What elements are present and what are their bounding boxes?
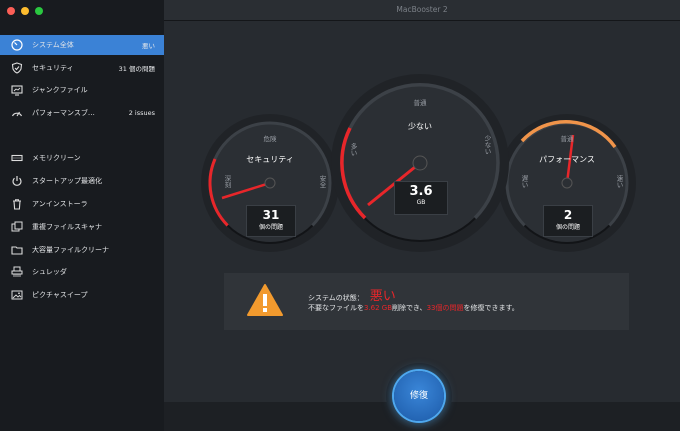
warning-icon (246, 283, 284, 321)
status-state: 悪い (369, 289, 396, 304)
gauge-top-label: 危険 (263, 135, 277, 143)
picture-icon (11, 289, 23, 301)
trash-icon (11, 198, 23, 210)
sidebar-item-security[interactable]: セキュリティ 31 個の問題 (0, 58, 164, 78)
sidebar-item-label: システム全体 (32, 41, 74, 49)
sidebar-item-label: スタートアップ最適化 (32, 177, 102, 185)
gauge-value-box: 31 個の問題 (246, 205, 296, 237)
gauge-value-box: 3.6 GB (394, 181, 448, 215)
gauge-title: パフォーマンス (539, 155, 595, 164)
sidebar-item-label: メモリクリーン (32, 154, 81, 162)
sidebar-item-label: 大容量ファイルクリーナ (32, 246, 109, 254)
gauge-title: 少ない (408, 122, 432, 131)
status-msg-mid: 削除でき、 (392, 304, 427, 312)
gauge-left-label: 多い (349, 143, 357, 156)
large-files-icon (11, 244, 23, 256)
shield-icon (11, 62, 23, 74)
gauge-value: 3.6 (409, 184, 433, 199)
status-msg-post: を修復できます。 (463, 304, 519, 312)
junk-gauge: 普通 少ない 多い 少ない 3.6 GB (330, 73, 510, 253)
sidebar-item-label: アンインストーラ (32, 200, 88, 208)
gauge-right-label: 安全 (318, 175, 326, 188)
status-size: 3.62 GB (364, 304, 393, 312)
gauge-unit: 個の問題 (258, 224, 283, 231)
monitor-icon (11, 84, 23, 96)
sidebar-item-system[interactable]: システム全体 悪い (0, 35, 164, 55)
sidebar-item-badge: 2 issues (128, 109, 155, 117)
duplicate-icon (11, 221, 23, 233)
status-line: システムの状態： 悪い (308, 285, 396, 304)
sidebar-item-shredder[interactable]: シュレッダ (0, 262, 164, 282)
sidebar-item-uninstaller[interactable]: アンインストーラ (0, 194, 164, 214)
power-icon (11, 175, 23, 187)
window-title: MacBooster 2 (164, 0, 680, 21)
close-window-button[interactable] (7, 7, 15, 15)
status-issues: 33個の問題 (426, 304, 464, 312)
window-controls (7, 7, 43, 15)
gauge-left-label: 遅い (520, 175, 528, 188)
status-msg-pre: 不要なファイルを (308, 304, 364, 312)
sidebar-item-label: ピクチャスイープ (32, 291, 88, 299)
status-label: システムの状態： (308, 294, 364, 302)
sidebar-item-performance[interactable]: パフォーマンスブ… 2 issues (0, 103, 164, 123)
sidebar-item-label: セキュリティ (32, 64, 74, 72)
speedometer-icon (11, 107, 23, 119)
sidebar-item-junk-files[interactable]: ジャンクファイル (0, 80, 164, 100)
gauge-right-label: 速い (615, 175, 623, 188)
minimize-window-button[interactable] (21, 7, 29, 15)
sidebar-item-label: ジャンクファイル (32, 86, 88, 94)
gauge-value: 31 (262, 208, 280, 222)
system-icon (11, 39, 23, 51)
sidebar-item-memory-clean[interactable]: メモリクリーン (0, 148, 164, 168)
gauge-left-label: 深刻 (223, 175, 231, 188)
sidebar-item-badge: 悪い (142, 42, 155, 50)
sidebar-item-label: シュレッダ (32, 268, 67, 276)
sidebar-item-badge: 31 個の問題 (118, 65, 155, 73)
status-message: 不要なファイルを3.62 GB削除でき、33個の問題を修復できます。 (308, 303, 519, 313)
gauge-top-label: 普通 (560, 135, 574, 143)
gauge-value-box: 2 個の問題 (543, 205, 593, 237)
shredder-icon (11, 266, 23, 278)
gauge-value: 2 (563, 208, 573, 222)
gauge-unit: GB (416, 199, 426, 206)
sidebar-item-startup[interactable]: スタートアップ最適化 (0, 171, 164, 191)
sidebar-item-label: パフォーマンスブ… (32, 109, 95, 117)
memory-icon (11, 152, 23, 164)
sidebar-item-duplicate-scanner[interactable]: 重複ファイルスキャナ (0, 217, 164, 237)
sidebar-item-large-files[interactable]: 大容量ファイルクリーナ (0, 240, 164, 260)
security-gauge: 危険 セキュリティ 深刻 安全 31 個の問題 (200, 113, 340, 253)
sidebar: システム全体 悪い セキュリティ 31 個の問題 ジャンクファイル パフォーマン… (0, 0, 164, 431)
sidebar-item-picture-sweep[interactable]: ピクチャスイープ (0, 285, 164, 305)
zoom-window-button[interactable] (35, 7, 43, 15)
gauge-unit: 個の問題 (555, 224, 580, 231)
gauge-top-label: 普通 (413, 99, 427, 107)
gauge-right-label: 少ない (483, 135, 491, 155)
performance-gauge: 普通 パフォーマンス 遅い 速い 2 個の問題 (497, 113, 637, 253)
status-panel: システムの状態： 悪い 不要なファイルを3.62 GB削除でき、33個の問題を修復… (224, 273, 629, 330)
app-window: システム全体 悪い セキュリティ 31 個の問題 ジャンクファイル パフォーマン… (0, 0, 680, 431)
sidebar-item-label: 重複ファイルスキャナ (32, 223, 102, 231)
gauge-title: セキュリティ (246, 155, 294, 164)
fix-button[interactable]: 修復 (394, 371, 444, 421)
